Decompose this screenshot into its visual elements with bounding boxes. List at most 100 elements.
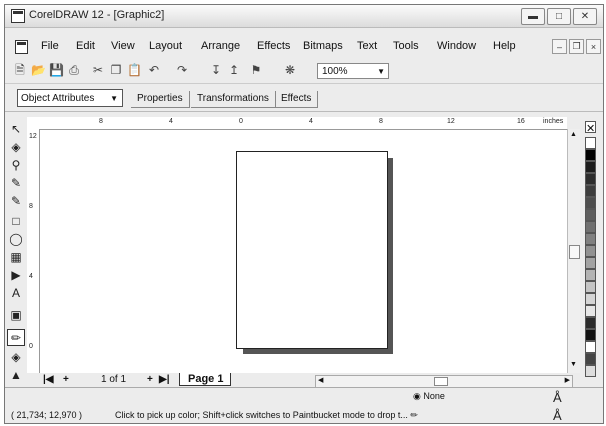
outline-none-x-icon: Å — [553, 408, 562, 423]
menu-arrange[interactable]: Arrange — [201, 40, 240, 52]
minimize-icon[interactable]: ▬ — [521, 8, 545, 25]
copy-icon[interactable]: ❐ — [109, 63, 123, 77]
tab-properties[interactable]: Properties — [131, 91, 190, 108]
color-swatch[interactable] — [585, 305, 596, 317]
fill-tool-icon[interactable]: ▲ — [7, 367, 25, 384]
menu-bitmaps[interactable]: Bitmaps — [303, 40, 343, 52]
basic-shapes-tool-icon[interactable]: ▶ — [7, 267, 25, 284]
application-launcher-icon[interactable]: ⚑ — [249, 63, 263, 77]
doc-restore-icon[interactable]: ❐ — [569, 39, 584, 54]
doc-minimize-icon[interactable]: – — [552, 39, 567, 54]
object-attributes-select[interactable]: Object Attributes ▼ — [17, 89, 123, 107]
page-tab[interactable]: Page 1 — [179, 373, 231, 386]
freehand-tool-icon[interactable]: ✎ — [7, 175, 25, 192]
add-page-icon[interactable]: + — [63, 373, 69, 387]
color-swatch[interactable] — [585, 365, 596, 377]
first-page-icon[interactable]: |◀ — [43, 373, 54, 387]
scroll-right-icon[interactable]: ▶ — [565, 376, 570, 384]
color-swatch[interactable] — [585, 317, 596, 329]
color-swatch[interactable] — [585, 353, 596, 365]
save-icon[interactable]: 💾 — [49, 63, 64, 77]
import-icon[interactable]: ↧ — [209, 63, 223, 77]
zoom-tool-icon[interactable]: ⚲ — [7, 157, 25, 174]
scroll-up-icon[interactable]: ▲ — [570, 131, 577, 138]
print-icon[interactable]: ⎙ — [67, 63, 81, 77]
vertical-scrollbar[interactable]: ▲ ▼ — [567, 129, 580, 373]
tab-effects[interactable]: Effects — [275, 91, 319, 108]
close-icon[interactable]: ✕ — [573, 8, 597, 25]
fill-value: None — [423, 391, 445, 401]
color-swatch[interactable] — [585, 137, 596, 149]
text-tool-icon[interactable]: A — [7, 285, 25, 302]
last-page-icon[interactable]: ▶| — [159, 373, 170, 387]
add-page-after-icon[interactable]: + — [147, 373, 153, 387]
color-swatch[interactable] — [585, 281, 596, 293]
page-navigator: |◀ + 1 of 1 + ▶| Page 1 ◀ ▶ — [39, 373, 579, 388]
doc-close-icon[interactable]: × — [586, 39, 601, 54]
drawing-canvas[interactable] — [40, 130, 567, 373]
redo-icon[interactable]: ↷ — [175, 63, 189, 77]
paint-bucket-icon: ◉ — [413, 391, 421, 401]
toolbox: ↖ ◈ ⚲ ✎ ✎ □ ◯ ▦ ▶ A ▣ ✏ ◈ ▲ — [5, 117, 27, 385]
scroll-down-icon[interactable]: ▼ — [570, 361, 577, 368]
color-swatch[interactable] — [585, 209, 596, 221]
color-swatch[interactable] — [585, 245, 596, 257]
pick-tool-icon[interactable]: ↖ — [7, 121, 25, 138]
color-swatch[interactable] — [585, 161, 596, 173]
tab-transformations[interactable]: Transformations — [191, 91, 276, 108]
menu-view[interactable]: View — [111, 40, 135, 52]
cut-icon[interactable]: ✂ — [91, 63, 105, 77]
maximize-icon[interactable]: □ — [547, 8, 571, 25]
color-swatch[interactable] — [585, 149, 596, 161]
menu-effects[interactable]: Effects — [257, 40, 290, 52]
no-color-swatch[interactable]: ✕ — [585, 121, 596, 135]
eyedropper-tool-icon[interactable]: ✏ — [7, 329, 25, 346]
color-swatch[interactable] — [585, 329, 596, 341]
color-swatch[interactable] — [585, 293, 596, 305]
horizontal-scroll-thumb[interactable] — [434, 377, 448, 386]
menu-text[interactable]: Text — [357, 40, 377, 52]
undo-icon[interactable]: ↶ — [147, 63, 161, 77]
h-ruler-label: 12 — [447, 118, 455, 125]
color-swatch[interactable] — [585, 257, 596, 269]
corel-online-icon[interactable]: ❋ — [283, 63, 297, 77]
h-ruler-units: inches — [543, 118, 564, 125]
vertical-scroll-thumb[interactable] — [569, 245, 580, 259]
color-swatch[interactable] — [585, 173, 596, 185]
menu-edit[interactable]: Edit — [76, 40, 95, 52]
zoom-levels-select[interactable]: 100% ▼ — [317, 63, 389, 79]
status-bar: ◉ None Å ( 21,734; 12,970 ) Click to pic… — [5, 387, 603, 423]
paste-icon[interactable]: 📋 — [127, 63, 142, 77]
page-border[interactable] — [236, 151, 388, 349]
interactive-blend-tool-icon[interactable]: ▣ — [7, 307, 25, 324]
menu-layout[interactable]: Layout — [149, 40, 182, 52]
color-swatch[interactable] — [585, 221, 596, 233]
h-ruler-label: 16 — [517, 118, 525, 125]
color-palette: ✕ — [583, 117, 599, 387]
scroll-left-icon[interactable]: ◀ — [318, 376, 323, 384]
menu-tools[interactable]: Tools — [393, 40, 419, 52]
open-icon[interactable]: 📂 — [31, 63, 46, 77]
shape-tool-icon[interactable]: ◈ — [7, 139, 25, 156]
smart-fill-tool-icon[interactable]: ✎ — [7, 193, 25, 210]
color-swatch[interactable] — [585, 269, 596, 281]
new-document-icon[interactable]: 🗎 — [13, 63, 27, 77]
menu-window[interactable]: Window — [437, 40, 476, 52]
color-swatch[interactable] — [585, 185, 596, 197]
color-swatch[interactable] — [585, 341, 596, 353]
menu-help[interactable]: Help — [493, 40, 516, 52]
horizontal-ruler[interactable]: 8 4 0 4 8 12 16 inches — [39, 117, 567, 130]
export-icon[interactable]: ↥ — [227, 63, 241, 77]
ruler-origin[interactable] — [27, 117, 39, 129]
vertical-ruler[interactable]: 12 8 4 0 — [27, 129, 40, 373]
menu-file[interactable]: File — [41, 40, 59, 52]
ellipse-tool-icon[interactable]: ◯ — [7, 231, 25, 248]
fill-none-x-icon: Å — [553, 390, 562, 405]
graph-paper-tool-icon[interactable]: ▦ — [7, 249, 25, 266]
document-icon[interactable] — [15, 40, 28, 54]
v-ruler-label: 0 — [29, 343, 33, 350]
color-swatch[interactable] — [585, 197, 596, 209]
color-swatch[interactable] — [585, 233, 596, 245]
rectangle-tool-icon[interactable]: □ — [7, 213, 25, 230]
outline-tool-icon[interactable]: ◈ — [7, 349, 25, 366]
